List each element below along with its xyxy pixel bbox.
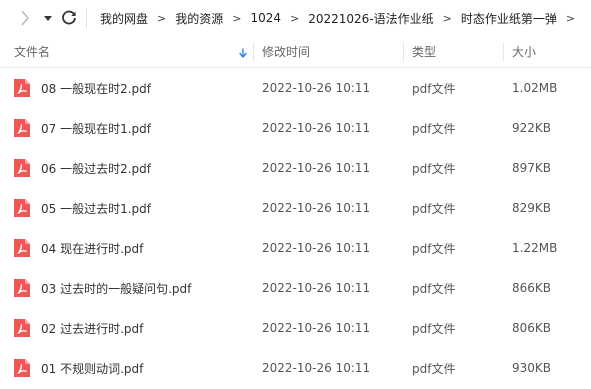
file-type: pdf文件	[412, 81, 456, 96]
file-type: pdf文件	[412, 361, 456, 376]
pdf-file-icon	[12, 228, 32, 268]
column-header-modified-label: 修改时间	[262, 45, 311, 59]
file-name: 06 一般过去时2.pdf	[41, 161, 151, 176]
table-row[interactable]: 01 不规则动词.pdf 2022-10-26 10:11 pdf文件 930K…	[0, 348, 591, 388]
file-list: 08 一般现在时2.pdf 2022-10-26 10:11 pdf文件 1.0…	[0, 68, 591, 388]
column-header-modified[interactable]: 修改时间	[262, 36, 310, 67]
column-header-size[interactable]: 大小	[512, 36, 536, 67]
file-type: pdf文件	[412, 121, 456, 136]
pdf-file-icon	[12, 148, 32, 188]
file-modified: 2022-10-26 10:11	[262, 281, 371, 295]
file-size: 806KB	[512, 321, 552, 335]
chevron-right-icon[interactable]	[16, 9, 34, 27]
breadcrumb-item-my-drive[interactable]: 我的网盘	[100, 10, 148, 27]
file-modified: 2022-10-26 10:11	[262, 321, 371, 335]
file-modified: 2022-10-26 10:11	[262, 161, 371, 175]
column-header-size-label: 大小	[512, 45, 537, 59]
column-divider[interactable]	[503, 42, 504, 62]
breadcrumb-separator-icon: >	[290, 11, 300, 25]
file-size: 829KB	[512, 201, 552, 215]
column-divider[interactable]	[253, 42, 254, 62]
breadcrumb-item-1024[interactable]: 1024	[250, 11, 281, 25]
breadcrumb-separator-icon: >	[157, 11, 167, 25]
table-row[interactable]: 02 过去进行时.pdf 2022-10-26 10:11 pdf文件 806K…	[0, 308, 591, 348]
breadcrumb-item-grammar-worksheets[interactable]: 20221026-语法作业纸	[308, 10, 433, 27]
column-divider[interactable]	[403, 42, 404, 62]
breadcrumb-separator-icon: >	[565, 11, 576, 25]
pdf-file-icon	[12, 348, 32, 388]
file-modified: 2022-10-26 10:11	[262, 201, 371, 215]
column-header-name-label: 文件名	[14, 45, 51, 59]
file-type: pdf文件	[412, 241, 456, 256]
breadcrumb-separator-icon: >	[232, 11, 242, 25]
file-type: pdf文件	[412, 321, 456, 336]
file-name: 07 一般现在时1.pdf	[41, 121, 151, 136]
file-name: 05 一般过去时1.pdf	[41, 201, 151, 216]
table-row[interactable]: 06 一般过去时2.pdf 2022-10-26 10:11 pdf文件 897…	[0, 148, 591, 188]
table-row[interactable]: 08 一般现在时2.pdf 2022-10-26 10:11 pdf文件 1.0…	[0, 68, 591, 108]
file-name: 08 一般现在时2.pdf	[41, 81, 151, 96]
caret-down-icon[interactable]	[41, 9, 55, 27]
file-size: 866KB	[512, 281, 552, 295]
file-modified: 2022-10-26 10:11	[262, 81, 371, 95]
toolbar: 我的网盘 > 我的资源 > 1024 > 20221026-语法作业纸 > 时态…	[0, 0, 591, 36]
file-size: 897KB	[512, 161, 552, 175]
file-name: 01 不规则动词.pdf	[41, 361, 144, 376]
pdf-file-icon	[12, 68, 32, 108]
table-row[interactable]: 05 一般过去时1.pdf 2022-10-26 10:11 pdf文件 829…	[0, 188, 591, 228]
file-size: 1.22MB	[512, 241, 558, 255]
file-type: pdf文件	[412, 161, 456, 176]
file-modified: 2022-10-26 10:11	[262, 121, 371, 135]
pdf-file-icon	[12, 268, 32, 308]
file-modified: 2022-10-26 10:11	[262, 241, 371, 255]
pdf-file-icon	[12, 308, 32, 348]
breadcrumb-item-tense-worksheets[interactable]: 时态作业纸第一弹	[461, 10, 557, 27]
pdf-file-icon	[12, 108, 32, 148]
file-name: 03 过去时的一般疑问句.pdf	[41, 281, 192, 296]
file-list-header: 文件名 修改时间 类型 大小	[0, 36, 591, 68]
table-row[interactable]: 04 现在进行时.pdf 2022-10-26 10:11 pdf文件 1.22…	[0, 228, 591, 268]
table-row[interactable]: 03 过去时的一般疑问句.pdf 2022-10-26 10:11 pdf文件 …	[0, 268, 591, 308]
pdf-file-icon	[12, 188, 32, 228]
breadcrumb-separator-icon: >	[442, 11, 452, 25]
column-header-type-label: 类型	[412, 45, 437, 59]
column-header-type[interactable]: 类型	[412, 36, 436, 67]
file-name: 04 现在进行时.pdf	[41, 241, 144, 256]
breadcrumb-item-my-resources[interactable]: 我的资源	[175, 10, 223, 27]
file-modified: 2022-10-26 10:11	[262, 361, 371, 375]
file-type: pdf文件	[412, 281, 456, 296]
toolbar-divider	[86, 8, 87, 28]
breadcrumb: 我的网盘 > 我的资源 > 1024 > 20221026-语法作业纸 > 时态…	[100, 0, 584, 36]
file-size: 922KB	[512, 121, 552, 135]
table-row[interactable]: 07 一般现在时1.pdf 2022-10-26 10:11 pdf文件 922…	[0, 108, 591, 148]
file-size: 1.02MB	[512, 81, 558, 95]
column-header-name[interactable]: 文件名	[14, 36, 50, 67]
file-size: 930KB	[512, 361, 552, 375]
file-type: pdf文件	[412, 201, 456, 216]
file-name: 02 过去进行时.pdf	[41, 321, 144, 336]
refresh-icon[interactable]	[59, 8, 79, 28]
sort-descending-icon[interactable]	[238, 47, 248, 59]
